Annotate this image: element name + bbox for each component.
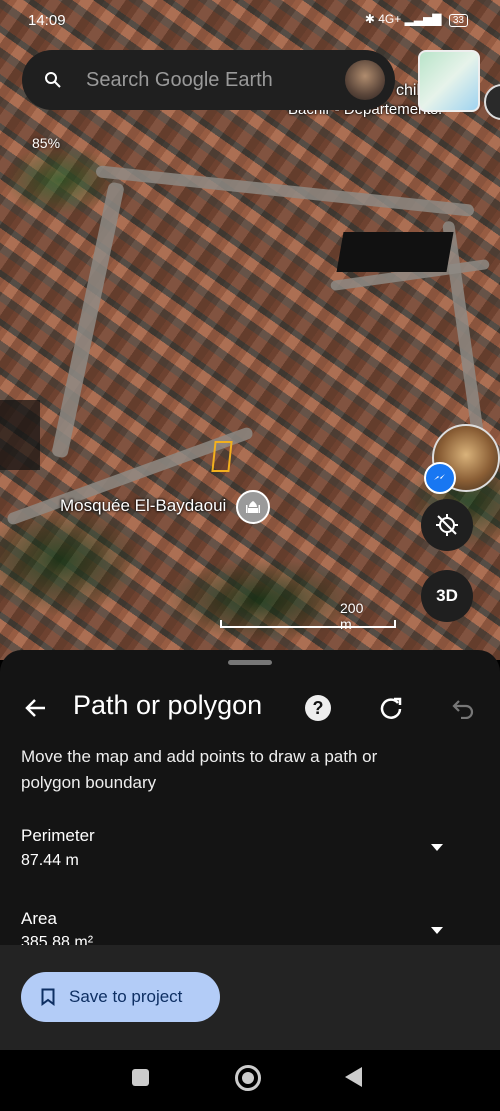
chevron-down-icon[interactable]	[431, 844, 443, 851]
location-toggle-button[interactable]	[421, 499, 473, 551]
map-place-label: chil	[396, 82, 421, 99]
messenger-icon	[424, 462, 456, 494]
chevron-down-icon[interactable]	[431, 927, 443, 934]
scale-bar	[220, 620, 396, 628]
back-arrow-icon[interactable]	[24, 696, 48, 720]
map-road	[51, 181, 125, 459]
status-bar: 14:09 ✱ 4G+ ▂▃▅▇ 33	[0, 8, 500, 36]
refresh-icon[interactable]	[378, 695, 404, 721]
action-bar: Save to project	[0, 945, 500, 1050]
battery-level: 33	[452, 15, 464, 26]
panel-title: Path or polygon	[73, 690, 263, 720]
avatar[interactable]	[345, 60, 385, 100]
help-icon[interactable]: ?	[305, 695, 331, 721]
search-input[interactable]	[84, 67, 328, 93]
home-dot	[242, 1072, 254, 1084]
save-to-project-button[interactable]: Save to project	[21, 972, 220, 1022]
status-right: ✱ 4G+ ▂▃▅▇ 33	[365, 12, 468, 27]
back-button[interactable]	[345, 1067, 362, 1087]
panel-description: Move the map and add points to draw a pa…	[21, 747, 378, 792]
messenger-chat-head[interactable]	[424, 424, 500, 494]
area-label: Area	[21, 909, 57, 928]
building-shadow	[0, 400, 40, 470]
building-shadow	[336, 232, 454, 272]
map-road	[95, 165, 475, 217]
zoom-percent: 85%	[32, 135, 61, 151]
network-type: 4G+	[378, 12, 402, 26]
3d-toggle-button[interactable]: 3D	[421, 570, 473, 622]
search-icon	[45, 72, 61, 88]
status-time: 14:09	[28, 12, 66, 29]
location-off-icon	[436, 514, 458, 536]
poi-label[interactable]: Mosquée El-Baydaoui	[60, 496, 226, 516]
mosque-icon[interactable]	[236, 490, 270, 524]
search-bar[interactable]	[22, 50, 395, 110]
save-label: Save to project	[69, 987, 183, 1006]
perimeter-label: Perimeter	[21, 826, 95, 845]
bookmark-icon	[41, 988, 55, 1006]
undo-icon[interactable]	[451, 697, 475, 719]
drawn-polygon[interactable]	[211, 441, 233, 472]
battery-icon: 33	[448, 14, 468, 27]
home-button[interactable]	[235, 1065, 261, 1091]
signal-icon: ▂▃▅▇	[404, 12, 442, 26]
bluetooth-icon: ✱	[364, 12, 375, 26]
recents-button[interactable]	[132, 1069, 149, 1086]
perimeter-value: 87.44 m	[21, 852, 79, 869]
minimap-thumbnail[interactable]	[418, 50, 480, 112]
drag-handle[interactable]	[228, 660, 272, 665]
3d-label: 3D	[436, 586, 458, 605]
system-nav-bar	[0, 1050, 500, 1111]
